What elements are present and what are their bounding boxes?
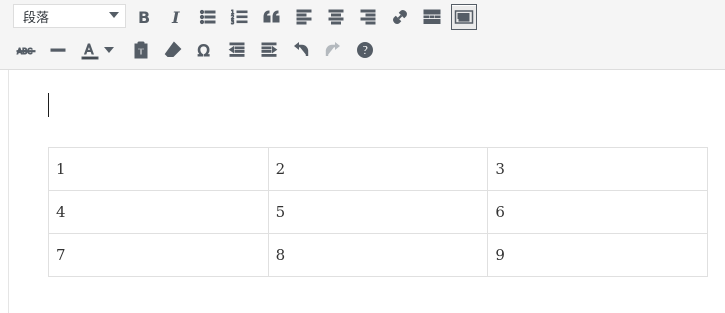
format-select[interactable]: 段落 bbox=[13, 4, 126, 28]
align-left-button[interactable] bbox=[291, 4, 317, 30]
horizontal-line-icon bbox=[50, 48, 66, 52]
bulleted-list-button[interactable] bbox=[195, 4, 221, 30]
align-center-button[interactable] bbox=[323, 4, 349, 30]
text-color-button[interactable]: A bbox=[77, 37, 103, 63]
format-select-value: 段落 bbox=[23, 10, 50, 26]
toolbar-row-1: 段落 B I 1 2 3 bbox=[0, 1, 725, 31]
read-more-icon bbox=[423, 9, 441, 24]
text-color-icon: A bbox=[81, 43, 99, 60]
svg-text:3: 3 bbox=[231, 20, 234, 26]
align-center-icon bbox=[328, 9, 344, 25]
align-left-icon bbox=[296, 9, 312, 25]
italic-button[interactable]: I bbox=[163, 4, 189, 30]
table-cell[interactable]: 1 bbox=[48, 147, 269, 191]
blockquote-button[interactable] bbox=[259, 4, 285, 30]
indent-button[interactable] bbox=[256, 37, 282, 63]
indent-icon bbox=[261, 42, 278, 57]
numbered-list-button[interactable]: 1 2 3 bbox=[227, 4, 253, 30]
table-cell[interactable]: 8 bbox=[267, 233, 489, 277]
bold-button[interactable]: B bbox=[131, 4, 157, 30]
text-color-dropdown[interactable] bbox=[101, 37, 117, 63]
undo-icon bbox=[294, 42, 309, 56]
editor-toolbar: 段落 B I 1 2 3 A Ω ? bbox=[0, 0, 725, 70]
svg-text:A: A bbox=[85, 43, 94, 58]
paste-as-text-icon bbox=[134, 41, 148, 59]
toolbar-row-2: ABC A bbox=[0, 34, 725, 64]
special-character-button[interactable]: Ω bbox=[192, 37, 218, 63]
read-more-button[interactable] bbox=[419, 4, 445, 30]
outdent-button[interactable] bbox=[224, 37, 250, 63]
editor-content[interactable]: 1 2 3 4 5 6 7 8 9 bbox=[9, 71, 725, 313]
horizontal-line-button[interactable] bbox=[45, 37, 71, 63]
redo-icon bbox=[325, 42, 340, 56]
link-button[interactable] bbox=[387, 4, 413, 30]
strikethrough-button[interactable]: ABC bbox=[13, 37, 39, 63]
clear-formatting-icon bbox=[164, 41, 182, 57]
chevron-down-icon bbox=[109, 12, 119, 18]
redo-button[interactable] bbox=[320, 37, 346, 63]
table-cell[interactable]: 3 bbox=[487, 147, 708, 191]
help-button[interactable]: ? bbox=[352, 37, 378, 63]
table-cell[interactable]: 2 bbox=[267, 147, 489, 191]
table-cell[interactable]: 5 bbox=[267, 190, 489, 234]
help-icon: ? bbox=[357, 42, 373, 58]
outdent-icon bbox=[228, 42, 245, 57]
toolbar-toggle-icon bbox=[454, 10, 474, 24]
svg-text:?: ? bbox=[362, 44, 369, 58]
link-icon bbox=[393, 10, 407, 24]
svg-text:B: B bbox=[138, 8, 150, 27]
strikethrough-icon: ABC bbox=[16, 47, 36, 57]
text-cursor bbox=[48, 93, 49, 117]
toolbar-toggle-button[interactable] bbox=[451, 4, 477, 30]
table-cell[interactable]: 4 bbox=[48, 190, 269, 234]
table-cell[interactable]: 6 bbox=[487, 190, 708, 234]
svg-text:I: I bbox=[171, 8, 180, 27]
table-row: 7 8 9 bbox=[48, 233, 708, 277]
table-row: 4 5 6 bbox=[48, 190, 708, 234]
table-row: 1 2 3 bbox=[48, 147, 708, 191]
numbered-list-icon: 1 2 3 bbox=[231, 10, 248, 27]
undo-button[interactable] bbox=[288, 37, 314, 63]
chevron-down-icon bbox=[104, 47, 114, 53]
special-character-icon: Ω bbox=[197, 41, 210, 61]
svg-text:Ω: Ω bbox=[198, 41, 210, 60]
clear-formatting-button[interactable] bbox=[160, 37, 186, 63]
align-right-icon bbox=[360, 9, 376, 25]
content-table[interactable]: 1 2 3 4 5 6 7 8 9 bbox=[48, 147, 708, 277]
bold-icon: B bbox=[138, 8, 150, 27]
table-cell[interactable]: 9 bbox=[487, 233, 708, 277]
table-cell[interactable]: 7 bbox=[48, 233, 269, 277]
align-right-button[interactable] bbox=[355, 4, 381, 30]
blockquote-icon bbox=[263, 10, 280, 23]
paste-as-text-button[interactable] bbox=[128, 37, 154, 63]
bulleted-list-icon bbox=[199, 9, 216, 25]
italic-icon: I bbox=[171, 8, 180, 27]
